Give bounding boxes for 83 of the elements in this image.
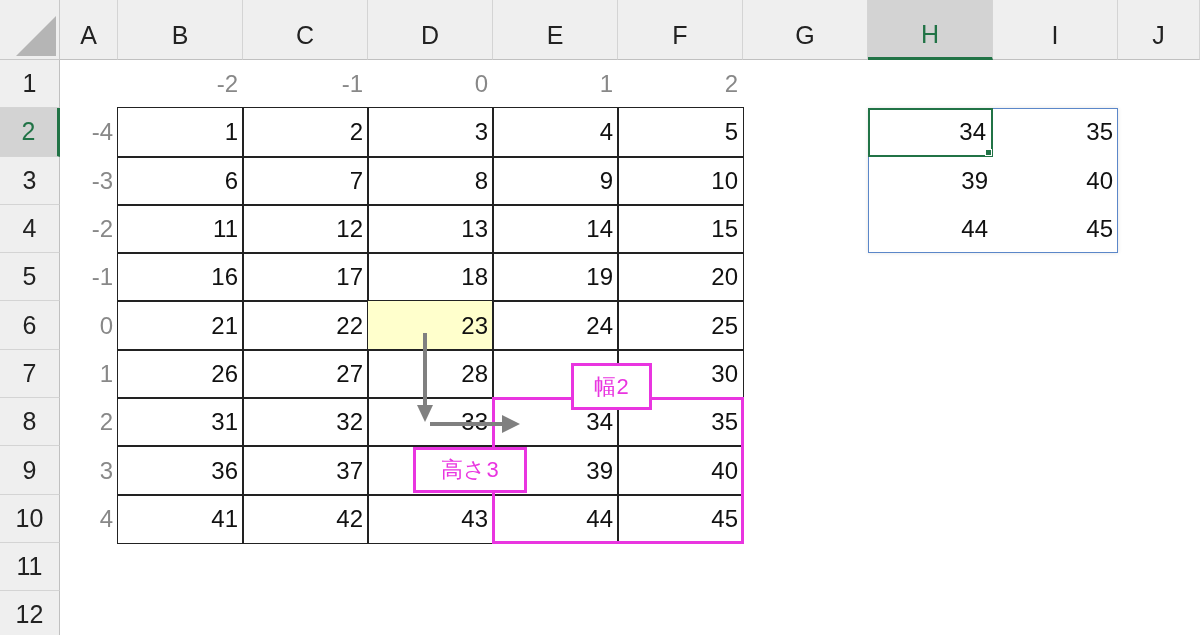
column-header[interactable]: B (118, 0, 243, 60)
table-cell: 22 (243, 301, 368, 350)
axis-label: -3 (90, 165, 114, 196)
column-header[interactable]: C (243, 0, 368, 60)
table-cell-text: 40 (1085, 165, 1114, 196)
axis-label: -4 (90, 117, 114, 148)
table-cell: 36 (118, 446, 243, 495)
row-header[interactable]: 8 (0, 398, 60, 447)
axis-label: 1 (98, 358, 114, 389)
column-header[interactable]: D (368, 0, 493, 60)
table-cell: 21 (118, 301, 243, 350)
column-header[interactable]: H (868, 0, 993, 60)
column-header[interactable]: I (993, 0, 1118, 60)
row-header[interactable]: 11 (0, 542, 60, 592)
table-cell-text: 35 (1085, 117, 1114, 148)
row-header[interactable]: 9 (0, 446, 60, 495)
table-cell: 11 (118, 204, 243, 254)
axis-label: 2 (98, 407, 114, 438)
column-header[interactable]: E (493, 0, 618, 60)
table-cell: 4 (493, 108, 618, 157)
table-cell: 16 (118, 253, 243, 302)
table-cell: 6 (118, 156, 243, 205)
column-header[interactable]: A (60, 0, 118, 60)
row-header[interactable]: 1 (0, 60, 60, 109)
table-cell: 18 (368, 253, 493, 302)
table-cell: 28 (368, 349, 493, 399)
axis-label: 1 (598, 69, 614, 100)
column-header[interactable]: J (1118, 0, 1200, 60)
table-cell: 14 (493, 204, 618, 254)
table-cell: 27 (243, 349, 368, 399)
table-cell: 32 (243, 398, 368, 447)
axis-label: 3 (98, 455, 114, 486)
table-cell: 20 (618, 253, 743, 302)
axis-label: 0 (473, 69, 489, 100)
table-cell: 9 (493, 156, 618, 205)
table-cell: 3 (368, 108, 493, 157)
table-cell: 2 (243, 108, 368, 157)
row-header[interactable]: 3 (0, 156, 60, 205)
row-header[interactable]: 2 (0, 108, 60, 157)
table-cell-text: 39 (960, 165, 989, 196)
table-cell: 45 (618, 494, 743, 543)
table-cell: 23 (368, 301, 493, 350)
table-cell: 10 (618, 156, 743, 205)
table-cell: 15 (618, 204, 743, 254)
table-cell: 19 (493, 253, 618, 302)
row-header[interactable]: 7 (0, 349, 60, 399)
axis-label: -2 (90, 214, 114, 245)
table-cell: 44 (493, 494, 618, 543)
fill-handle[interactable] (985, 148, 992, 156)
table-cell: 13 (368, 204, 493, 254)
table-cell: 5 (618, 108, 743, 157)
table-cell: 1 (118, 108, 243, 157)
active-cell[interactable]: 34 (868, 108, 993, 157)
axis-label: -1 (340, 69, 364, 100)
column-header[interactable]: G (743, 0, 868, 60)
row-header[interactable]: 10 (0, 494, 60, 543)
table-cell: 43 (368, 494, 493, 543)
row-header[interactable]: 4 (0, 204, 60, 254)
table-cell: 12 (243, 204, 368, 254)
table-cell: 26 (118, 349, 243, 399)
row-header[interactable]: 5 (0, 253, 60, 302)
table-cell: 8 (368, 156, 493, 205)
column-header[interactable]: F (618, 0, 743, 60)
table-cell: 37 (243, 446, 368, 495)
table-cell: 42 (243, 494, 368, 543)
callout-label: 幅2 (571, 363, 652, 410)
table-cell: 31 (118, 398, 243, 447)
table-cell: 17 (243, 253, 368, 302)
table-cell: 25 (618, 301, 743, 350)
axis-label: 0 (98, 310, 114, 341)
table-cell: 41 (118, 494, 243, 543)
table-cell: 24 (493, 301, 618, 350)
row-header[interactable]: 12 (0, 591, 60, 635)
callout-label: 高さ3 (413, 447, 527, 493)
table-cell: 40 (618, 446, 743, 495)
table-cell-text: 44 (960, 214, 989, 245)
table-cell-text: 45 (1085, 214, 1114, 245)
axis-label: -1 (90, 262, 114, 293)
axis-label: 2 (723, 69, 739, 100)
axis-label: -2 (215, 69, 239, 100)
axis-label: 4 (98, 503, 114, 534)
table-cell: 7 (243, 156, 368, 205)
row-header[interactable]: 6 (0, 301, 60, 350)
